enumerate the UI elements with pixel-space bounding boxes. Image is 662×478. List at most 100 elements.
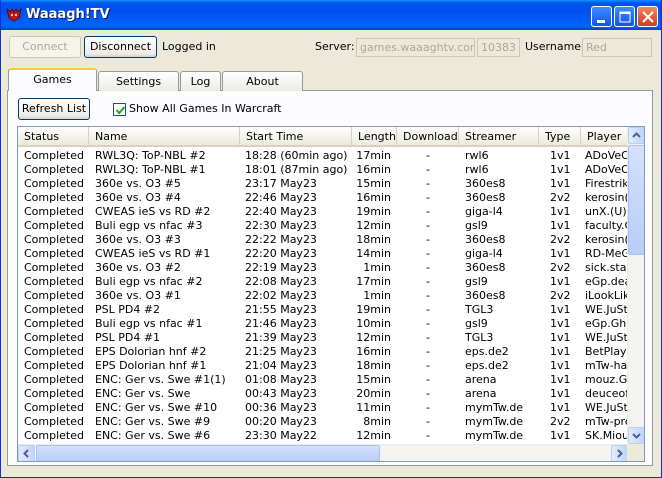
scroll-up-button[interactable] (628, 127, 644, 144)
tab-games[interactable]: Games (8, 68, 97, 91)
scroll-right-button[interactable] (611, 445, 628, 461)
table-row[interactable]: Completed 360e vs. O3 #2 22:19 May23 1min - 3… (18, 261, 629, 275)
cell-start-time: 21:04 May23 (245, 359, 317, 372)
table-row[interactable]: Completed ENC: Ger vs. Swe #9 00:20 May23 8… (18, 415, 629, 429)
cell-start-time: 18:01 (87min ago) (245, 163, 348, 176)
table-row[interactable]: Completed ENC: Ger vs. Swe #6 23:30 May22 1… (18, 429, 629, 443)
cell-status: Completed (24, 149, 84, 162)
table-header: Status Name Start Time Length Download S… (18, 127, 628, 147)
tab-about[interactable]: About (222, 71, 303, 91)
cell-status: Completed (24, 247, 84, 260)
connect-button[interactable]: Connect (9, 36, 81, 58)
cell-name: CWEAS ieS vs RD #1 (95, 247, 211, 260)
cell-start-time: 22:20 May23 (245, 247, 317, 260)
cell-name: ENC: Ger vs. Swe #9 (95, 415, 211, 428)
close-icon (642, 11, 654, 23)
table-row[interactable]: Completed PSL PD4 #2 21:55 May23 19min - TGL3… (18, 303, 628, 317)
table-row[interactable]: Completed ENC: Ger vs. Swe #1(1) 01:08 May… (18, 373, 629, 387)
server-field[interactable]: games.waaaghtv.com (356, 38, 475, 57)
table-row[interactable]: Completed Buli egp vs nfac #1 21:46 May23 1… (18, 317, 629, 331)
cell-type: 1v1 (550, 275, 571, 288)
cell-start-time: 22:22 May23 (245, 233, 317, 246)
cell-length: 16min (356, 191, 391, 204)
table-row[interactable]: Completed 360e vs. O3 #5 23:17 May23 15min -… (18, 177, 629, 191)
cell-length: 12min (356, 429, 391, 442)
cell-player: iLookLikE (585, 289, 629, 302)
table-row[interactable]: Completed CWEAS ieS vs RD #2 22:40 May23 19… (18, 205, 629, 219)
column-header-name[interactable]: Name (89, 127, 240, 147)
cell-name: Buli egp vs nfac #3 (95, 219, 203, 232)
cell-status: Completed (24, 303, 84, 316)
horizontal-scroll-thumb[interactable] (36, 445, 380, 461)
title-bar[interactable]: Waaagh!TV (1, 0, 661, 30)
table-row[interactable]: Completed RWL3Q: ToP-NBL #1 18:01 (87min a… (18, 163, 629, 177)
column-header-type[interactable]: Type (539, 127, 581, 147)
cell-type: 1v1 (550, 177, 571, 190)
cell-start-time: 23:17 May23 (245, 177, 317, 190)
close-button[interactable] (637, 6, 658, 27)
cell-length: 12min (356, 331, 391, 344)
table-row[interactable]: Completed 360e vs. O3 #4 22:46 May23 16min -… (18, 191, 629, 205)
table-row[interactable]: Completed PSL PD4 #1 21:39 May23 12min - TGL3… (18, 331, 628, 345)
cell-player: faculty.C (585, 219, 629, 232)
cell-streamer: TGL3 (465, 331, 494, 344)
cell-streamer: giga-l4 (465, 247, 503, 260)
table-row[interactable]: Completed Buli egp vs nfac #3 22:30 May23 1… (18, 219, 629, 233)
tab-settings[interactable]: Settings (98, 71, 179, 91)
refresh-list-button[interactable]: Refresh List (18, 98, 90, 120)
arrow-right-icon (617, 449, 623, 458)
show-all-games-checkbox[interactable] (113, 103, 126, 116)
table-row[interactable]: Completed ENC: Ger vs. Swe #10 00:36 May23… (18, 401, 628, 415)
cell-type: 1v1 (550, 359, 571, 372)
table-row[interactable]: Completed ENC: Ger vs. Swe 00:43 May23 20mi… (18, 387, 629, 401)
table-row[interactable]: Completed 360e vs. O3 #3 22:22 May23 18min -… (18, 233, 629, 247)
maximize-button[interactable] (614, 6, 635, 27)
username-field[interactable]: Red (582, 38, 652, 57)
minimize-button[interactable] (591, 6, 612, 27)
column-header-status[interactable]: Status (18, 127, 89, 147)
minimize-icon (597, 20, 605, 23)
table-row[interactable]: Completed EPS Dolorian hnf #1 21:04 May23 1… (18, 359, 629, 373)
tab-log[interactable]: Log (180, 71, 221, 91)
column-header-streamer[interactable]: Streamer (459, 127, 539, 147)
cell-download: - (426, 359, 430, 372)
table-row[interactable]: Completed RWL3Q: ToP-NBL #2 18:28 (60min a… (18, 149, 629, 163)
disconnect-button[interactable]: Disconnect (84, 36, 157, 58)
column-header-length[interactable]: Length (352, 127, 397, 147)
cell-type: 1v1 (550, 219, 571, 232)
cell-start-time: 23:30 May22 (245, 429, 317, 442)
table-row[interactable]: Completed 360e vs. O3 #1 22:02 May23 1min - 3… (18, 289, 629, 303)
vertical-scroll-thumb[interactable] (628, 145, 644, 255)
cell-streamer: mymTw.de (465, 429, 524, 442)
scrollbar-corner (627, 444, 644, 461)
scroll-down-button[interactable] (628, 427, 644, 444)
cell-streamer: rwl6 (465, 149, 489, 162)
table-row[interactable]: Completed Buli egp vs nfac #2 22:08 May23 1… (18, 275, 629, 289)
cell-name: PSL PD4 #1 (95, 331, 161, 344)
cell-length: 17min (356, 275, 391, 288)
port-field[interactable]: 10383 (477, 38, 520, 57)
vertical-scrollbar[interactable] (627, 127, 644, 444)
cell-length: 19min (356, 205, 391, 218)
cell-length: 17min (356, 149, 391, 162)
cell-download: - (426, 233, 430, 246)
cell-status: Completed (24, 163, 84, 176)
cell-length: 16min (356, 345, 391, 358)
column-header-start-time[interactable]: Start Time (240, 127, 352, 147)
cell-length: 14min (356, 247, 391, 260)
cell-streamer: arena (465, 373, 497, 386)
cell-download: - (426, 289, 430, 302)
cell-status: Completed (24, 331, 84, 344)
table-row[interactable]: Completed EPS Dolorian hnf #2 21:25 May23 1… (18, 345, 629, 359)
arrow-left-icon (23, 449, 29, 458)
column-header-download[interactable]: Download (397, 127, 459, 147)
cell-streamer: 360es8 (465, 191, 506, 204)
horizontal-scrollbar[interactable] (18, 444, 628, 461)
cell-name: EPS Dolorian hnf #2 (95, 345, 207, 358)
cell-download: - (426, 303, 430, 316)
games-list[interactable]: Status Name Start Time Length Download S… (17, 126, 645, 462)
show-all-games-label[interactable]: Show All Games In Warcraft (129, 102, 282, 115)
cell-status: Completed (24, 233, 84, 246)
scroll-left-button[interactable] (18, 445, 35, 461)
table-row[interactable]: Completed CWEAS ieS vs RD #1 22:20 May23 14… (18, 247, 629, 261)
